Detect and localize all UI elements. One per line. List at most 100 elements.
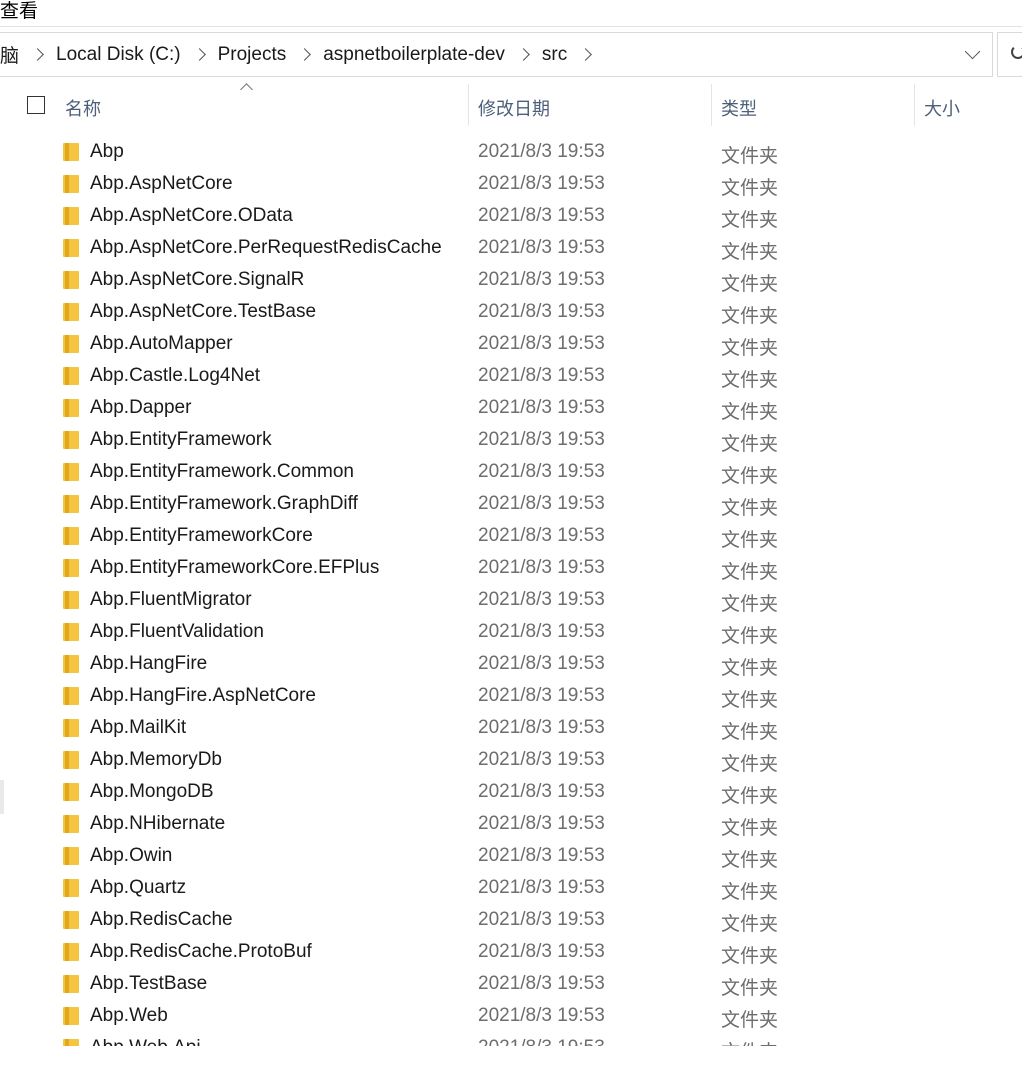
breadcrumb-separator-icon[interactable] bbox=[517, 48, 530, 61]
breadcrumb-separator-icon[interactable] bbox=[298, 48, 312, 61]
file-name[interactable]: Abp.MongoDB bbox=[90, 781, 214, 803]
file-type: 文件夹 bbox=[721, 594, 779, 615]
list-item[interactable]: Abp.AspNetCore.PerRequestRedisCache 2021/… bbox=[0, 232, 1022, 264]
column-divider[interactable] bbox=[914, 84, 915, 126]
list-item[interactable]: Abp.Web 2021/8/3 19:53 文件夹 bbox=[0, 1000, 1022, 1032]
scrollbar[interactable] bbox=[0, 780, 4, 814]
breadcrumb-separator-icon[interactable] bbox=[192, 48, 206, 61]
list-item[interactable]: Abp.NHibernate 2021/8/3 19:53 文件夹 bbox=[0, 808, 1022, 840]
list-item[interactable]: Abp.Owin 2021/8/3 19:53 文件夹 bbox=[0, 840, 1022, 872]
list-item[interactable]: Abp.AspNetCore 2021/8/3 19:53 文件夹 bbox=[0, 168, 1022, 200]
file-name[interactable]: Abp.RedisCache bbox=[90, 909, 233, 931]
file-name[interactable]: Abp.Web bbox=[90, 1005, 168, 1027]
list-item[interactable]: Abp.Castle.Log4Net 2021/8/3 19:53 文件夹 bbox=[0, 360, 1022, 392]
file-name[interactable]: Abp.AspNetCore.SignalR bbox=[90, 269, 304, 291]
list-item[interactable]: Abp.RedisCache 2021/8/3 19:53 文件夹 bbox=[0, 904, 1022, 936]
file-name[interactable]: Abp.AspNetCore.TestBase bbox=[90, 301, 316, 323]
refresh-icon bbox=[1011, 45, 1022, 59]
file-name[interactable]: Abp.MailKit bbox=[90, 717, 186, 739]
file-name[interactable]: Abp.TestBase bbox=[90, 973, 207, 995]
list-item[interactable]: Abp.FluentValidation 2021/8/3 19:53 文件夹 bbox=[0, 616, 1022, 648]
list-item[interactable]: Abp.EntityFramework.Common 2021/8/3 19:53… bbox=[0, 456, 1022, 488]
column-header-size[interactable]: 大小 bbox=[924, 95, 960, 121]
breadcrumb-local-disk[interactable]: Local Disk (C:) bbox=[50, 44, 187, 66]
file-name[interactable]: Abp.EntityFrameworkCore.EFPlus bbox=[90, 557, 379, 579]
file-name[interactable]: Abp.AutoMapper bbox=[90, 333, 233, 355]
list-item[interactable]: Abp.MailKit 2021/8/3 19:53 文件夹 bbox=[0, 712, 1022, 744]
file-name[interactable]: Abp.EntityFramework.Common bbox=[90, 461, 354, 483]
folder-icon bbox=[63, 239, 79, 257]
file-name[interactable]: Abp.HangFire bbox=[90, 653, 207, 675]
file-name[interactable]: Abp.AspNetCore.PerRequestRedisCache bbox=[90, 237, 442, 259]
file-name[interactable]: Abp.EntityFramework bbox=[90, 429, 272, 451]
list-item[interactable]: Abp.AspNetCore.TestBase 2021/8/3 19:53 文件夹 bbox=[0, 296, 1022, 328]
list-item[interactable]: Abp.MemoryDb 2021/8/3 19:53 文件夹 bbox=[0, 744, 1022, 776]
file-type: 文件夹 bbox=[721, 370, 779, 391]
file-type: 文件夹 bbox=[721, 402, 779, 423]
list-item[interactable]: Abp.EntityFrameworkCore.EFPlus 2021/8/3 1… bbox=[0, 552, 1022, 584]
list-item[interactable]: Abp.EntityFrameworkCore 2021/8/3 19:53 文件夹 bbox=[0, 520, 1022, 552]
file-name[interactable]: Abp.Castle.Log4Net bbox=[90, 365, 260, 387]
list-item[interactable]: Abp.MongoDB 2021/8/3 19:53 文件夹 bbox=[0, 776, 1022, 808]
file-name[interactable]: Abp.Web.Api bbox=[90, 1037, 201, 1046]
chevron-down-icon[interactable] bbox=[964, 43, 981, 60]
file-name[interactable]: Abp.RedisCache.ProtoBuf bbox=[90, 941, 312, 963]
list-item[interactable]: Abp.HangFire 2021/8/3 19:53 文件夹 bbox=[0, 648, 1022, 680]
breadcrumb-separator-icon[interactable] bbox=[579, 48, 593, 61]
column-divider[interactable] bbox=[711, 84, 712, 126]
file-name[interactable]: Abp.NHibernate bbox=[90, 813, 225, 835]
file-name[interactable]: Abp.FluentValidation bbox=[90, 621, 264, 643]
file-name[interactable]: Abp.Owin bbox=[90, 845, 172, 867]
list-item[interactable]: Abp.AutoMapper 2021/8/3 19:53 文件夹 bbox=[0, 328, 1022, 360]
list-item[interactable]: Abp.TestBase 2021/8/3 19:53 文件夹 bbox=[0, 968, 1022, 1000]
list-item[interactable]: Abp.RedisCache.ProtoBuf 2021/8/3 19:53 文件夹 bbox=[0, 936, 1022, 968]
list-item[interactable]: Abp.Quartz 2021/8/3 19:53 文件夹 bbox=[0, 872, 1022, 904]
modified-date: 2021/8/3 19:53 bbox=[478, 525, 605, 546]
file-name[interactable]: Abp.MemoryDb bbox=[90, 749, 222, 771]
address-bar[interactable]: 脑 Local Disk (C:) Projects aspnetboilerp… bbox=[0, 32, 993, 77]
folder-icon bbox=[63, 783, 79, 801]
file-name[interactable]: Abp.FluentMigrator bbox=[90, 589, 252, 611]
file-name[interactable]: Abp.Dapper bbox=[90, 397, 191, 419]
column-header-name[interactable]: 名称 bbox=[65, 95, 101, 121]
file-name[interactable]: Abp.AspNetCore bbox=[90, 173, 233, 195]
refresh-button[interactable] bbox=[997, 32, 1022, 77]
file-name[interactable]: Abp bbox=[90, 141, 124, 163]
breadcrumb-separator-icon[interactable] bbox=[31, 48, 44, 61]
select-all-checkbox[interactable] bbox=[27, 96, 45, 114]
file-name[interactable]: Abp.EntityFrameworkCore bbox=[90, 525, 313, 547]
file-type: 文件夹 bbox=[721, 338, 779, 359]
column-divider[interactable] bbox=[468, 84, 469, 126]
list-item[interactable]: Abp.Dapper 2021/8/3 19:53 文件夹 bbox=[0, 392, 1022, 424]
list-item[interactable]: Abp.AspNetCore.SignalR 2021/8/3 19:53 文件夹 bbox=[0, 264, 1022, 296]
breadcrumb-aspnetboilerplate-dev[interactable]: aspnetboilerplate-dev bbox=[317, 44, 511, 66]
folder-icon bbox=[63, 719, 79, 737]
list-item[interactable]: Abp.EntityFramework 2021/8/3 19:53 文件夹 bbox=[0, 424, 1022, 456]
file-name[interactable]: Abp.EntityFramework.GraphDiff bbox=[90, 493, 358, 515]
list-item[interactable]: Abp.FluentMigrator 2021/8/3 19:53 文件夹 bbox=[0, 584, 1022, 616]
file-type: 文件夹 bbox=[721, 530, 779, 551]
breadcrumb-projects[interactable]: Projects bbox=[212, 44, 293, 66]
breadcrumb-src[interactable]: src bbox=[536, 44, 573, 66]
file-type: 文件夹 bbox=[721, 754, 779, 775]
column-header-date[interactable]: 修改日期 bbox=[478, 95, 550, 121]
file-name[interactable]: Abp.HangFire.AspNetCore bbox=[90, 685, 316, 707]
folder-icon bbox=[63, 847, 79, 865]
sort-ascending-icon bbox=[240, 83, 253, 96]
list-item[interactable]: Abp.HangFire.AspNetCore 2021/8/3 19:53 文件夹 bbox=[0, 680, 1022, 712]
modified-date: 2021/8/3 19:53 bbox=[478, 845, 605, 866]
modified-date: 2021/8/3 19:53 bbox=[478, 173, 605, 194]
list-item[interactable]: Abp.Web.Api 2021/8/3 19:53 文件夹 bbox=[0, 1032, 1022, 1046]
breadcrumb-this-pc[interactable]: 脑 bbox=[0, 41, 25, 68]
list-item[interactable]: Abp 2021/8/3 19:53 文件夹 bbox=[0, 136, 1022, 168]
list-item[interactable]: Abp.EntityFramework.GraphDiff 2021/8/3 19… bbox=[0, 488, 1022, 520]
file-name[interactable]: Abp.AspNetCore.OData bbox=[90, 205, 293, 227]
modified-date: 2021/8/3 19:53 bbox=[478, 1005, 605, 1026]
list-item[interactable]: Abp.AspNetCore.OData 2021/8/3 19:53 文件夹 bbox=[0, 200, 1022, 232]
column-header-type[interactable]: 类型 bbox=[721, 95, 757, 121]
modified-date: 2021/8/3 19:53 bbox=[478, 397, 605, 418]
file-type: 文件夹 bbox=[721, 626, 779, 647]
folder-icon bbox=[63, 591, 79, 609]
file-name[interactable]: Abp.Quartz bbox=[90, 877, 186, 899]
menu-view[interactable]: 查看 bbox=[0, 0, 38, 23]
